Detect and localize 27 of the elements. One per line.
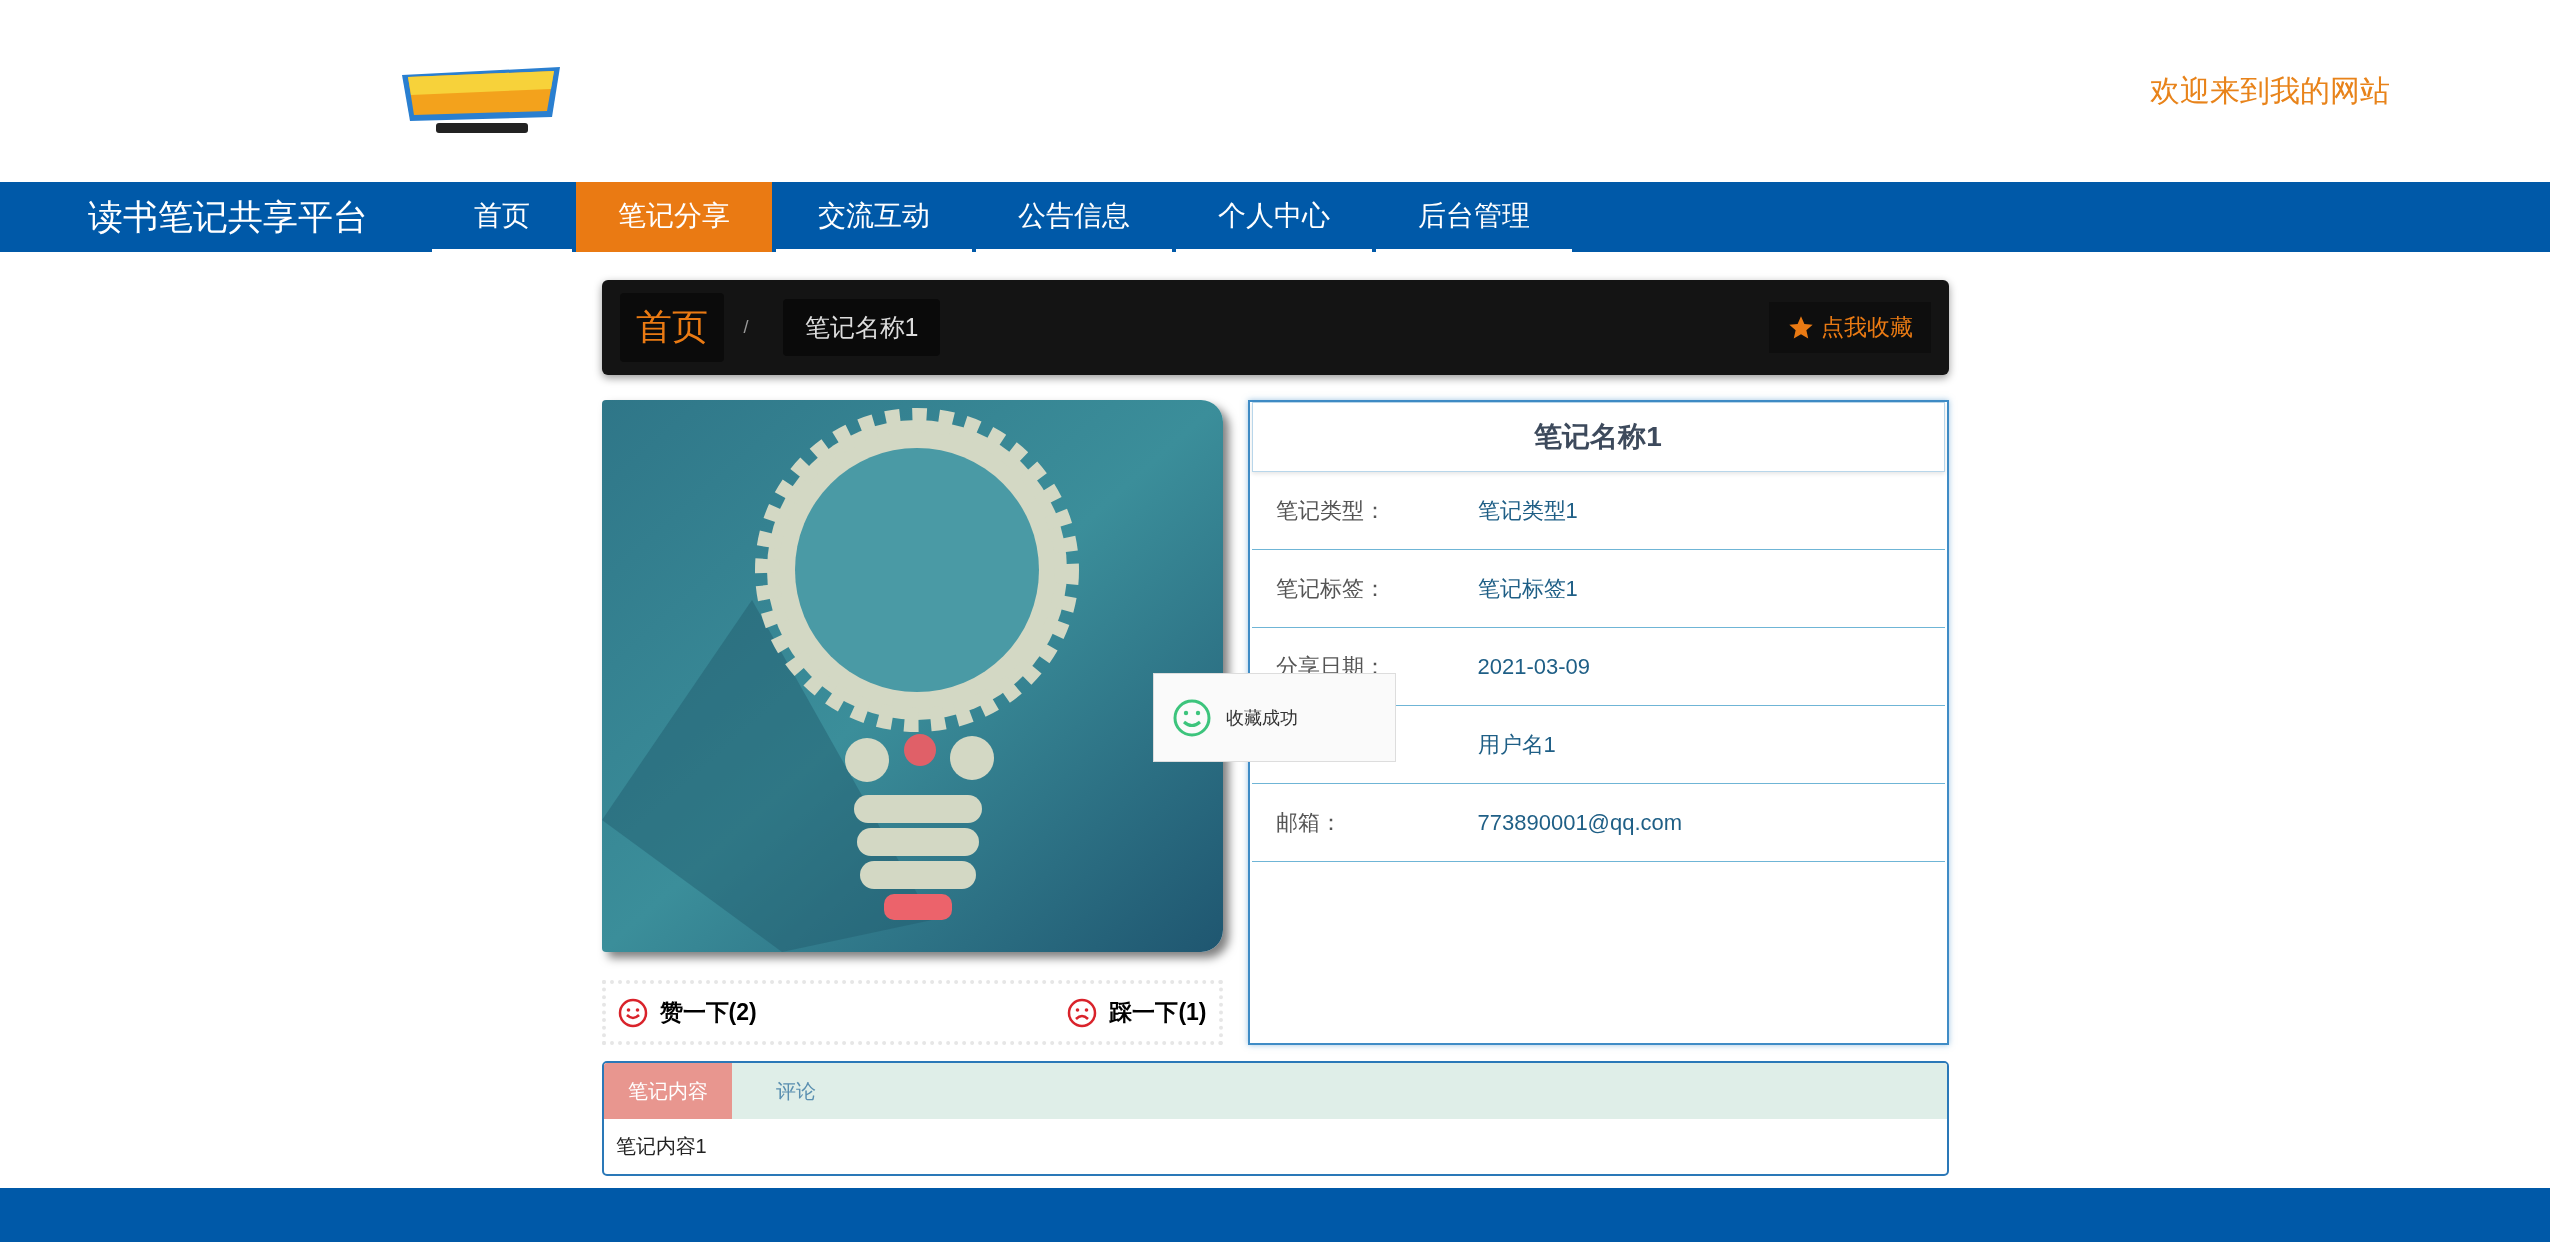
site-title: 读书笔记共享平台: [87, 195, 369, 238]
favorite-button[interactable]: 点我收藏: [1768, 302, 1931, 353]
nav-item[interactable]: 个人中心: [1176, 182, 1372, 252]
field-label: 笔记类型：: [1275, 496, 1387, 525]
like-button[interactable]: 赞一下(2): [617, 997, 757, 1028]
toast-message: 收藏成功: [1225, 706, 1298, 730]
nav-item[interactable]: 交流互动: [776, 182, 972, 252]
dislike-button[interactable]: 踩一下(1): [1067, 997, 1207, 1028]
note-title: 笔记名称1: [1251, 402, 1945, 472]
nav-item[interactable]: 首页: [432, 182, 572, 252]
field-value: 773890001@qq.com: [1477, 809, 1683, 836]
welcome-text: 欢迎来到我的网站: [2150, 72, 2390, 109]
smiley-icon: [1171, 697, 1212, 738]
field-label: 笔记标签：: [1275, 574, 1387, 603]
field-value: 2021-03-09: [1477, 653, 1591, 680]
field-value: 用户名1: [1477, 730, 1556, 759]
field-value: 笔记类型1: [1477, 496, 1578, 525]
field-value: 笔记标签1: [1477, 574, 1578, 603]
smiley-icon: [617, 997, 648, 1028]
nav-item[interactable]: 公告信息: [976, 182, 1172, 252]
breadcrumb-link[interactable]: 首页: [619, 293, 724, 362]
field-label: 邮箱：: [1275, 808, 1343, 837]
note-content: 笔记内容1: [614, 1134, 708, 1159]
breadcrumb-separator: /: [743, 317, 749, 338]
sad-face-icon: [1067, 997, 1098, 1028]
breadcrumb-current: 笔记名称1: [782, 299, 941, 356]
nav-item[interactable]: 后台管理: [1376, 182, 1572, 252]
